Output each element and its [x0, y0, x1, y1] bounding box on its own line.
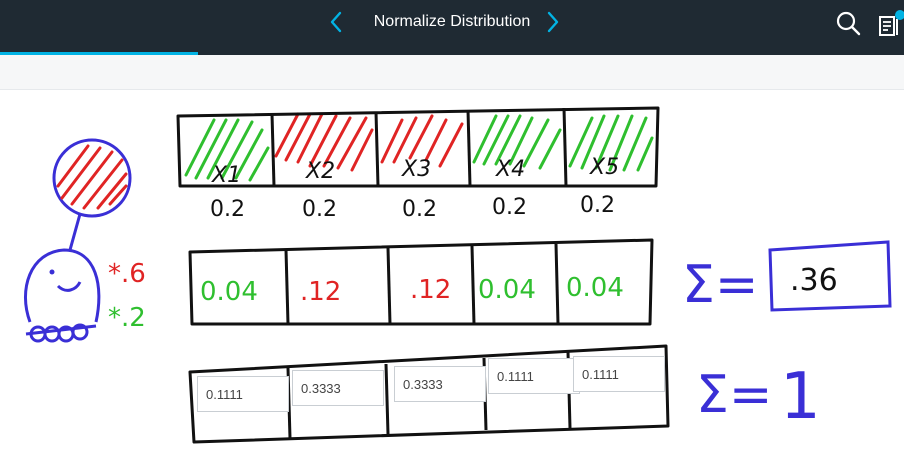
product-value: .12 [300, 277, 341, 307]
normalized-sum-label: Σ= [696, 365, 772, 425]
miss-multiplier: *.2 [108, 303, 146, 333]
prior-value: 0.2 [402, 197, 437, 222]
world-cells: X1 X2 X3 X4 X5 0.2 0.2 0.2 0.2 0.2 [176, 106, 660, 222]
product-value: 0.04 [200, 277, 258, 307]
cell-label: X3 [401, 157, 431, 182]
hit-multiplier: *.6 [108, 259, 146, 289]
page-title: Normalize Distribution [373, 13, 531, 30]
product-cells: 0.04 .12 .12 0.04 0.04 [188, 238, 654, 326]
product-sum: Σ= .36 [682, 240, 892, 315]
cell-label: X2 [305, 159, 335, 184]
quiz-canvas: X1 X2 X3 X4 X5 0.2 0.2 0.2 0.2 0.2 *.6 *… [0, 90, 904, 451]
chevron-right-icon[interactable] [539, 9, 565, 35]
answer-input-4[interactable]: 0.1111 [488, 358, 580, 394]
answer-input-3[interactable]: 0.3333 [394, 366, 486, 402]
sum-label: Σ= [682, 255, 758, 315]
cell-label: X5 [589, 155, 619, 180]
chevron-left-icon[interactable] [324, 9, 350, 35]
search-icon[interactable] [835, 10, 861, 36]
cell-label: X4 [495, 157, 525, 182]
cell-label: X1 [211, 163, 241, 188]
top-navigation-bar: Normalize Distribution [0, 0, 904, 55]
product-value: .12 [410, 275, 451, 305]
sub-header-bar [0, 55, 904, 90]
prior-value: 0.2 [580, 193, 615, 218]
answer-input-5[interactable]: 0.1111 [573, 356, 665, 392]
product-value: 0.04 [566, 273, 624, 303]
answer-input-1[interactable]: 0.1111 [197, 376, 289, 412]
notes-icon[interactable] [876, 9, 904, 39]
prior-value: 0.2 [302, 197, 337, 222]
prior-value: 0.2 [492, 195, 527, 220]
prior-value: 0.2 [210, 197, 245, 222]
normalized-sum: Σ= 1 [696, 360, 821, 434]
answer-input-2[interactable]: 0.3333 [292, 370, 384, 406]
sum-value: .36 [790, 263, 838, 298]
product-value: 0.04 [478, 275, 536, 305]
normalized-sum-value: 1 [780, 360, 821, 434]
